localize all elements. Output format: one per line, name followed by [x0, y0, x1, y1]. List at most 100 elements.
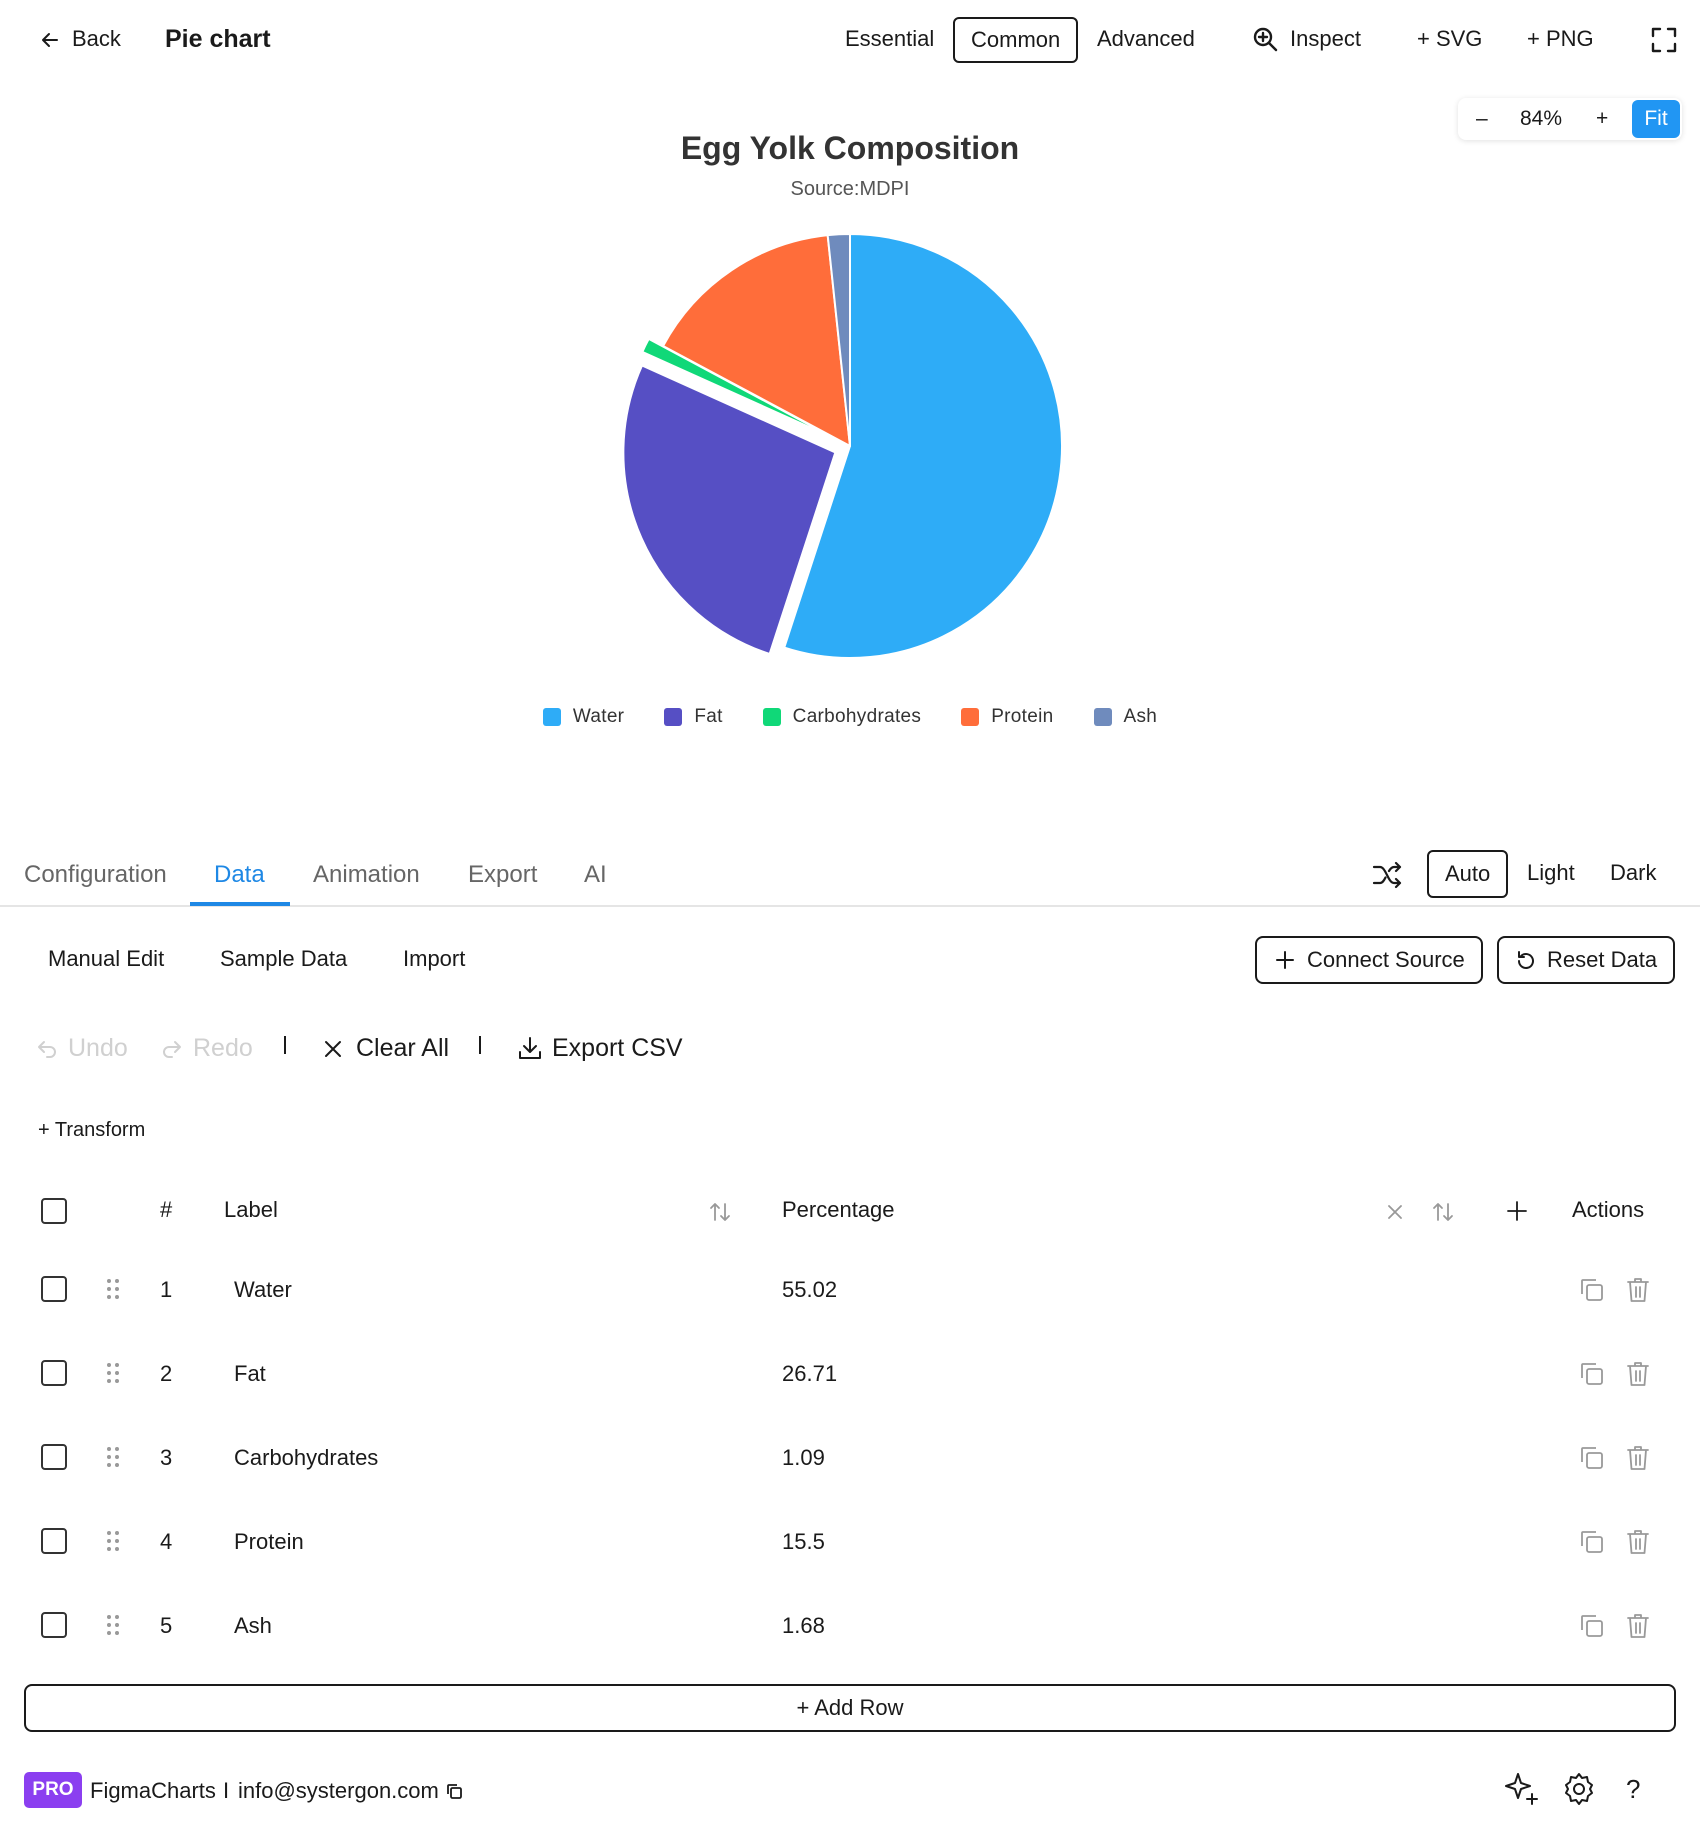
column-header-index: #: [160, 1197, 173, 1222]
drag-handle-icon[interactable]: [106, 1614, 120, 1636]
footer-separator: I: [223, 1778, 230, 1803]
legend-swatch: [961, 708, 980, 726]
select-all-checkbox[interactable]: [41, 1198, 67, 1224]
shuffle-icon[interactable]: [1372, 860, 1404, 890]
redo-button[interactable]: Redo: [161, 1030, 253, 1066]
theme-dark[interactable]: Dark: [1594, 850, 1672, 898]
delete-row-icon[interactable]: [1626, 1528, 1650, 1556]
row-label[interactable]: Water: [234, 1274, 292, 1306]
transform-button[interactable]: + Transform: [38, 1114, 145, 1146]
help-icon[interactable]: ?: [1626, 1774, 1640, 1804]
drag-handle-icon[interactable]: [106, 1278, 120, 1300]
brand-name: FigmaCharts: [90, 1778, 216, 1803]
row-checkbox[interactable]: [41, 1528, 67, 1554]
clear-all-button[interactable]: Clear All: [324, 1030, 449, 1066]
close-icon: [324, 1040, 342, 1058]
delete-row-icon[interactable]: [1626, 1360, 1650, 1388]
pie-chart: [622, 233, 1063, 659]
duplicate-row-icon[interactable]: [1578, 1528, 1606, 1556]
row-value[interactable]: 1.68: [782, 1610, 825, 1642]
row-value[interactable]: 26.71: [782, 1358, 837, 1390]
copy-icon[interactable]: [446, 1783, 463, 1800]
tab-animation[interactable]: Animation: [313, 858, 420, 892]
row-index: 3: [160, 1445, 173, 1470]
delete-row-icon[interactable]: [1626, 1612, 1650, 1640]
duplicate-row-icon[interactable]: [1578, 1276, 1606, 1304]
active-tab-indicator: [190, 902, 290, 906]
chart-legend: Water Fat Carbohydrates Protein Ash: [0, 706, 1700, 728]
row-value[interactable]: 1.09: [782, 1442, 825, 1474]
drag-handle-icon[interactable]: [106, 1446, 120, 1468]
sample-data-button[interactable]: Sample Data: [220, 942, 347, 976]
legend-swatch: [664, 708, 683, 726]
delete-row-icon[interactable]: [1626, 1276, 1650, 1304]
row-index: 1: [160, 1277, 173, 1302]
import-button[interactable]: Import: [403, 942, 465, 976]
clear-all-label: Clear All: [356, 1034, 450, 1062]
row-index: 2: [160, 1361, 173, 1386]
add-column-icon[interactable]: [1506, 1200, 1528, 1222]
row-checkbox[interactable]: [41, 1360, 67, 1386]
legend-swatch: [762, 708, 781, 726]
row-checkbox[interactable]: [41, 1612, 67, 1638]
legend-label: Fat: [694, 706, 723, 727]
legend-item-water[interactable]: Water: [542, 706, 625, 728]
add-row-button[interactable]: + Add Row: [24, 1684, 1676, 1732]
legend-swatch: [1093, 708, 1112, 726]
legend-label: Water: [572, 706, 625, 727]
row-checkbox[interactable]: [41, 1444, 67, 1470]
legend-label: Carbohydrates: [792, 706, 922, 727]
pro-badge: PRO: [24, 1772, 82, 1808]
legend-item-ash[interactable]: Ash: [1093, 706, 1158, 728]
download-icon: [517, 1035, 543, 1061]
drag-handle-icon[interactable]: [106, 1530, 120, 1552]
connect-source-button[interactable]: Connect Source: [1255, 936, 1483, 984]
tab-data[interactable]: Data: [214, 858, 265, 892]
row-value[interactable]: 15.5: [782, 1526, 825, 1558]
redo-label: Redo: [193, 1034, 253, 1062]
toolbar-separator: [479, 1036, 481, 1054]
legend-item-protein[interactable]: Protein: [961, 706, 1053, 728]
duplicate-row-icon[interactable]: [1578, 1444, 1606, 1472]
row-label[interactable]: Carbohydrates: [234, 1442, 378, 1474]
duplicate-row-icon[interactable]: [1578, 1360, 1606, 1388]
tab-export[interactable]: Export: [468, 858, 537, 892]
tab-ai[interactable]: AI: [584, 858, 607, 892]
toolbar-separator: [284, 1036, 286, 1054]
duplicate-row-icon[interactable]: [1578, 1612, 1606, 1640]
plus-icon: [1275, 950, 1295, 970]
row-index: 5: [160, 1613, 173, 1638]
undo-label: Undo: [68, 1034, 128, 1062]
sparkles-icon[interactable]: [1503, 1770, 1541, 1808]
export-csv-label: Export CSV: [552, 1034, 683, 1062]
delete-row-icon[interactable]: [1626, 1444, 1650, 1472]
row-value[interactable]: 55.02: [782, 1274, 837, 1306]
drag-handle-icon[interactable]: [106, 1362, 120, 1384]
settings-gear-icon[interactable]: [1561, 1771, 1597, 1807]
sort-icon[interactable]: [1431, 1200, 1455, 1224]
row-label[interactable]: Fat: [234, 1358, 266, 1390]
legend-item-carbohydrates[interactable]: Carbohydrates: [762, 706, 922, 728]
legend-item-fat[interactable]: Fat: [664, 706, 722, 728]
column-header-actions: Actions: [1572, 1197, 1645, 1222]
row-label[interactable]: Protein: [234, 1526, 304, 1558]
theme-light[interactable]: Light: [1511, 850, 1591, 898]
legend-swatch: [542, 708, 561, 726]
manual-edit-button[interactable]: Manual Edit: [48, 942, 164, 976]
row-label[interactable]: Ash: [234, 1610, 272, 1642]
connect-source-label: Connect Source: [1307, 947, 1465, 972]
legend-label: Protein: [991, 706, 1054, 727]
theme-auto[interactable]: Auto: [1427, 850, 1509, 898]
redo-icon: [161, 1037, 183, 1059]
row-index: 4: [160, 1529, 173, 1554]
contact-email[interactable]: info@systergon.com: [238, 1774, 439, 1808]
export-csv-button[interactable]: Export CSV: [517, 1030, 683, 1066]
row-checkbox[interactable]: [41, 1276, 67, 1302]
column-header-label: Label: [224, 1197, 278, 1222]
column-header-percentage: Percentage: [782, 1197, 895, 1222]
remove-column-icon[interactable]: [1386, 1203, 1404, 1221]
reset-data-button[interactable]: Reset Data: [1497, 936, 1676, 984]
tab-configuration[interactable]: Configuration: [24, 858, 167, 892]
undo-button[interactable]: Undo: [36, 1030, 128, 1066]
sort-icon[interactable]: [708, 1200, 732, 1224]
